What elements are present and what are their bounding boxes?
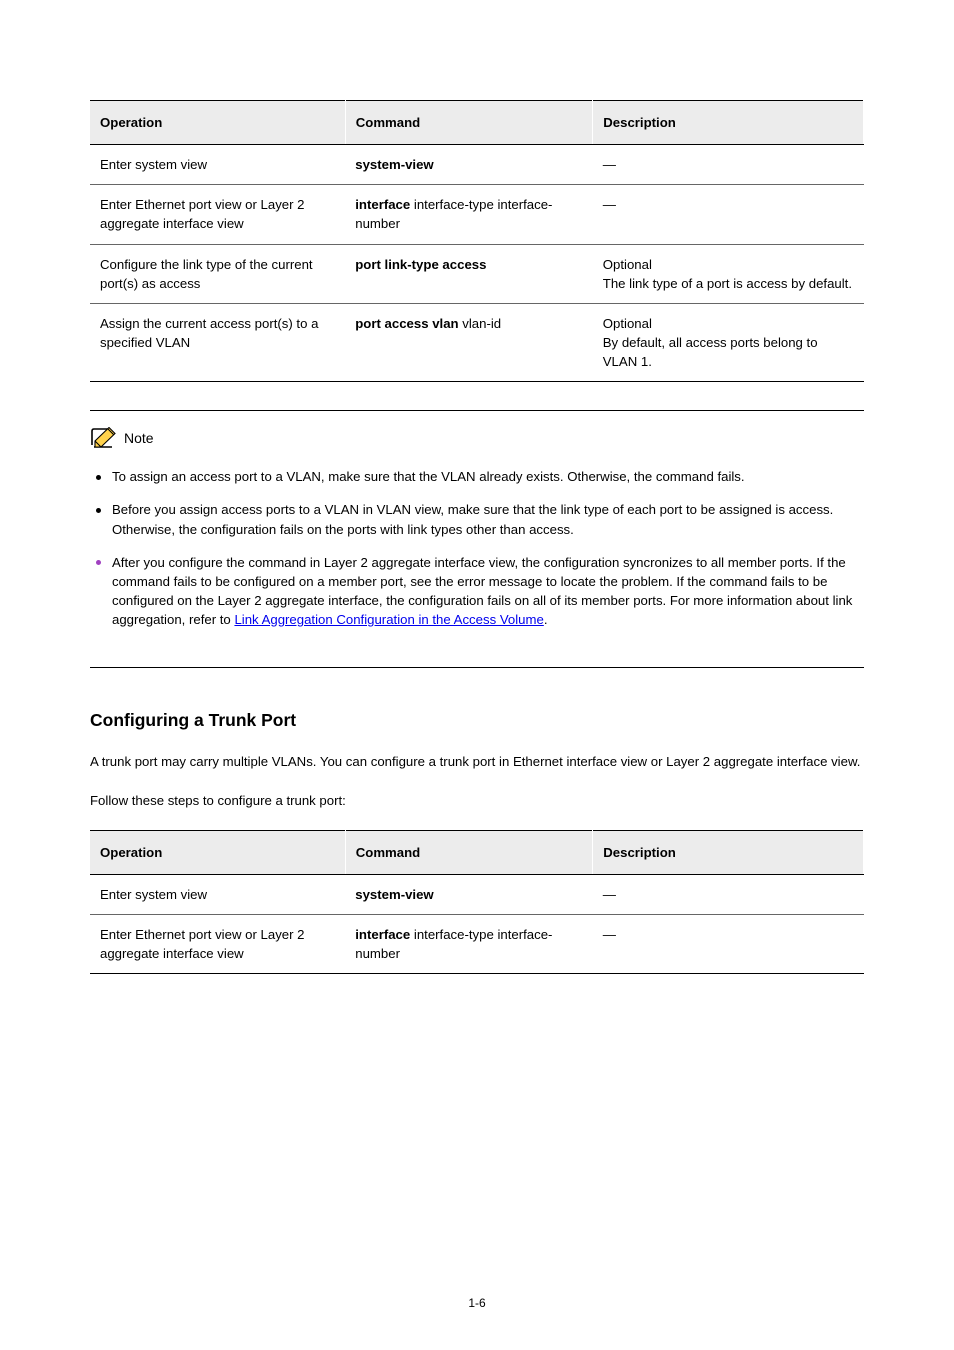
section-heading-trunk-port: Configuring a Trunk Port bbox=[90, 708, 864, 733]
cell-operation: Enter system view bbox=[90, 875, 345, 915]
table-row: Enter system view system-view — bbox=[90, 875, 864, 915]
cmd-args: vlan-id bbox=[459, 316, 502, 331]
note-list: To assign an access port to a VLAN, make… bbox=[90, 467, 864, 629]
note-item: After you configure the command in Layer… bbox=[90, 553, 864, 630]
cell-description: — bbox=[593, 185, 864, 244]
col-header-description: Description bbox=[593, 830, 864, 874]
table-header-row: Operation Command Description bbox=[90, 830, 864, 874]
cell-description: — bbox=[593, 915, 864, 974]
cell-operation: Enter system view bbox=[90, 145, 345, 185]
table-header-row: Operation Command Description bbox=[90, 101, 864, 145]
col-header-command: Command bbox=[345, 830, 593, 874]
note-header: Note bbox=[90, 427, 864, 449]
cell-description: — bbox=[593, 875, 864, 915]
note-item-link[interactable]: Link Aggregation Configuration in the Ac… bbox=[234, 612, 543, 627]
page-container: Operation Command Description Enter syst… bbox=[0, 0, 954, 1350]
page-number: 1-6 bbox=[0, 1295, 954, 1312]
table-row: Assign the current access port(s) to a s… bbox=[90, 303, 864, 381]
cell-description: — bbox=[593, 145, 864, 185]
table-row: Configure the link type of the current p… bbox=[90, 244, 864, 303]
cell-command: port link-type access bbox=[345, 244, 593, 303]
table-row: Enter Ethernet port view or Layer 2 aggr… bbox=[90, 185, 864, 244]
cell-command: port access vlan vlan-id bbox=[345, 303, 593, 381]
cmd-keyword: port access vlan bbox=[355, 316, 458, 331]
table-access-port: Operation Command Description Enter syst… bbox=[90, 100, 864, 382]
section-paragraph: A trunk port may carry multiple VLANs. Y… bbox=[90, 752, 864, 771]
note-pencil-icon bbox=[90, 427, 116, 449]
note-block: Note To assign an access port to a VLAN,… bbox=[90, 410, 864, 668]
note-item-tail: . bbox=[544, 612, 548, 627]
note-item: To assign an access port to a VLAN, make… bbox=[90, 467, 864, 486]
col-header-description: Description bbox=[593, 101, 864, 145]
cell-operation: Assign the current access port(s) to a s… bbox=[90, 303, 345, 381]
col-header-command: Command bbox=[345, 101, 593, 145]
cell-command: system-view bbox=[345, 875, 593, 915]
cell-description: Optional By default, all access ports be… bbox=[593, 303, 864, 381]
cell-command: system-view bbox=[345, 145, 593, 185]
note-item: Before you assign access ports to a VLAN… bbox=[90, 500, 864, 538]
note-label: Note bbox=[124, 428, 154, 448]
cell-description: Optional The link type of a port is acce… bbox=[593, 244, 864, 303]
cell-operation: Configure the link type of the current p… bbox=[90, 244, 345, 303]
section-subparagraph: Follow these steps to configure a trunk … bbox=[90, 791, 864, 810]
cell-operation: Enter Ethernet port view or Layer 2 aggr… bbox=[90, 185, 345, 244]
table-row: Enter Ethernet port view or Layer 2 aggr… bbox=[90, 915, 864, 974]
col-header-operation: Operation bbox=[90, 830, 345, 874]
table-row: Enter system view system-view — bbox=[90, 145, 864, 185]
table-trunk-port: Operation Command Description Enter syst… bbox=[90, 830, 864, 975]
cmd-keyword: interface bbox=[355, 927, 410, 942]
col-header-operation: Operation bbox=[90, 101, 345, 145]
cmd-keyword: interface bbox=[355, 197, 410, 212]
cell-operation: Enter Ethernet port view or Layer 2 aggr… bbox=[90, 915, 345, 974]
cell-command: interface interface-type interface-numbe… bbox=[345, 915, 593, 974]
cell-command: interface interface-type interface-numbe… bbox=[345, 185, 593, 244]
